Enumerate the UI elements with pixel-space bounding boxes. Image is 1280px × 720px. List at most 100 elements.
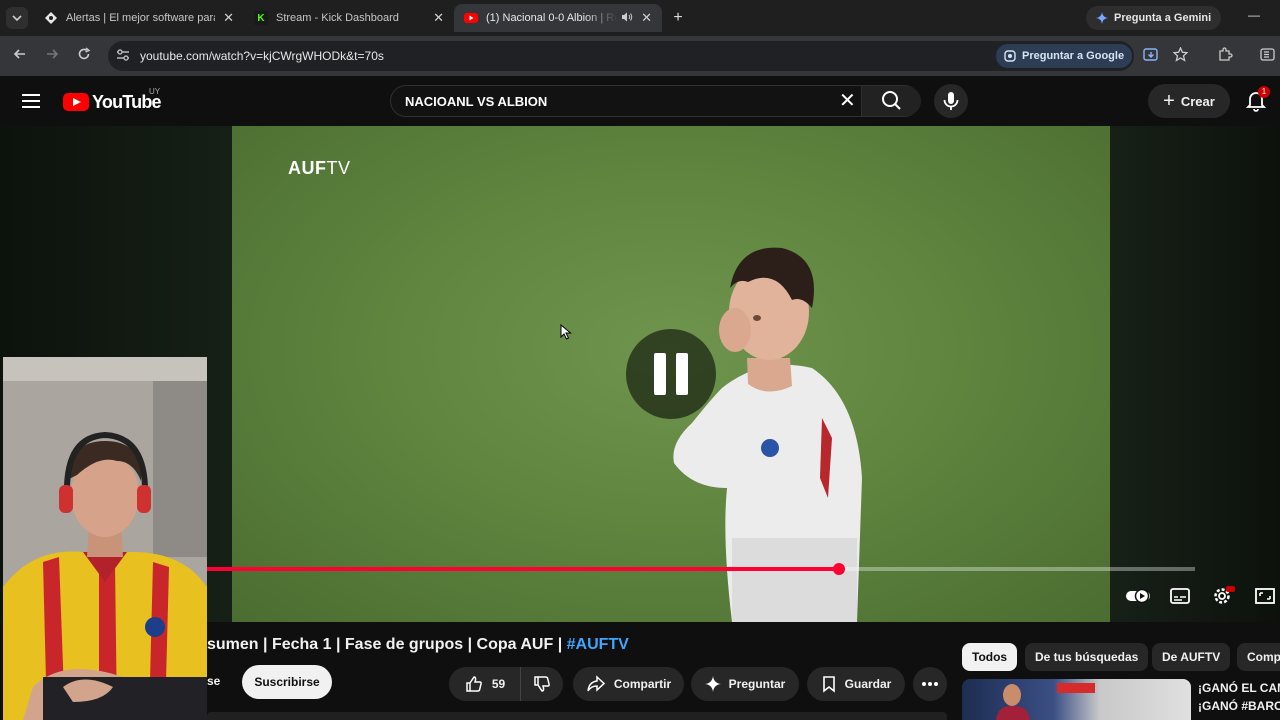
recommendation-thumbnail[interactable] <box>962 679 1191 720</box>
forward-button[interactable] <box>42 46 62 66</box>
streamelements-icon <box>44 11 58 25</box>
chip-de-auftv[interactable]: De AUFTV <box>1152 643 1231 671</box>
notification-badge: 1 <box>1258 86 1270 98</box>
player-photo <box>996 684 1030 720</box>
install-app-icon[interactable] <box>1142 47 1160 65</box>
fullscreen-icon[interactable] <box>1254 586 1276 606</box>
like-count: 59 <box>491 677 506 691</box>
youtube-header: YouTube UY NACIOANL VS ALBION ✕ + Crear … <box>0 76 1280 126</box>
hashtag-link[interactable]: #AUFTV <box>567 636 629 653</box>
save-button[interactable]: Guardar <box>807 667 905 701</box>
video-title-text: sumen | Fecha 1 | Fase de grupos | Copa … <box>207 636 567 653</box>
create-button[interactable]: + Crear <box>1148 84 1230 118</box>
tab-title: (1) Nacional 0-0 Albion | Re <box>486 12 618 24</box>
country-code: UY <box>149 87 161 96</box>
laliga-badge <box>1057 683 1095 693</box>
mouse-cursor-icon <box>560 324 572 340</box>
subtitles-icon[interactable] <box>1169 586 1191 606</box>
search-button[interactable] <box>861 86 921 116</box>
settings-gear-icon[interactable] <box>1211 586 1235 606</box>
pause-bar <box>676 353 688 395</box>
watermark-text: AUF <box>288 158 327 178</box>
auftv-watermark: AUFTV <box>288 158 351 179</box>
tab-title: Alertas | El mejor software para <box>66 12 216 24</box>
save-label: Guardar <box>844 677 892 691</box>
chevron-down-icon <box>12 15 22 22</box>
site-settings-icon[interactable] <box>116 48 136 64</box>
close-icon[interactable]: ✕ <box>641 10 652 26</box>
recommendation-title-line[interactable]: ¡GANÓ #BARC <box>1198 699 1280 713</box>
thumbs-down-icon <box>534 676 550 692</box>
ask-label: Preguntar <box>728 677 786 691</box>
side-panel-icon[interactable] <box>1258 47 1276 65</box>
progress-played <box>207 567 840 571</box>
microphone-icon <box>943 92 959 110</box>
hamburger-menu-icon[interactable] <box>22 90 42 112</box>
search-icon <box>882 91 901 110</box>
bookmark-star-icon[interactable] <box>1171 46 1189 65</box>
webcam-overlay <box>3 357 207 720</box>
autoplay-toggle[interactable] <box>1125 586 1150 606</box>
more-actions-button[interactable] <box>913 667 947 701</box>
clear-search-icon[interactable]: ✕ <box>839 91 856 111</box>
voice-search-button[interactable] <box>934 84 968 118</box>
youtube-logo[interactable]: YouTube UY <box>63 87 162 113</box>
chip-comp[interactable]: Comp <box>1237 643 1280 671</box>
ask-google-button[interactable]: Preguntar a Google <box>996 44 1133 68</box>
speaker-icon[interactable] <box>621 11 633 26</box>
gemini-label: Pregunta a Gemini <box>1114 12 1212 24</box>
search-box[interactable]: NACIOANL VS ALBION ✕ <box>390 85 921 117</box>
tab-kick-dashboard[interactable]: K Stream - Kick Dashboard ✕ <box>244 4 454 32</box>
extensions-icon[interactable] <box>1216 47 1234 65</box>
like-dislike-group: 59 <box>449 667 563 701</box>
reload-button[interactable] <box>74 46 94 66</box>
ask-google-label: Preguntar a Google <box>1022 50 1125 62</box>
kick-icon: K <box>254 11 268 25</box>
reload-icon <box>78 47 91 60</box>
recommendation-title-line[interactable]: ¡GANÓ EL CAM <box>1198 681 1280 695</box>
share-arrow-icon <box>587 675 605 692</box>
description-box-edge <box>207 712 947 720</box>
share-button[interactable]: Compartir <box>573 667 684 701</box>
share-label: Compartir <box>613 677 672 691</box>
streamer-webcam-feed <box>3 357 207 720</box>
gemini-icon <box>1096 12 1108 24</box>
youtube-icon <box>464 11 478 25</box>
ask-gemini-button[interactable]: Pregunta a Gemini <box>1086 6 1222 30</box>
tab-youtube-video[interactable]: (1) Nacional 0-0 Albion | Re ✕ <box>454 4 662 32</box>
sparkle-icon <box>704 676 721 692</box>
search-input[interactable]: NACIOANL VS ALBION <box>405 94 547 109</box>
video-title: sumen | Fecha 1 | Fase de grupos | Copa … <box>207 636 629 654</box>
url-text: youtube.com/watch?v=kjCWrgWHODk&t=70s <box>140 49 384 63</box>
create-label: Crear <box>1180 93 1215 109</box>
browser-tab-strip: Alertas | El mejor software para ✕ K Str… <box>0 0 1280 36</box>
chip-de-tus-busquedas[interactable]: De tus búsquedas <box>1025 643 1149 671</box>
tab-alertas[interactable]: Alertas | El mejor software para ✕ <box>34 4 244 32</box>
like-button[interactable]: 59 <box>449 667 521 701</box>
thumbs-up-icon <box>466 676 482 692</box>
watermark-suffix: TV <box>326 158 351 178</box>
subscribe-button[interactable]: Suscribirse <box>242 665 332 699</box>
ask-button[interactable]: Preguntar <box>691 667 799 701</box>
close-icon[interactable]: ✕ <box>223 10 234 26</box>
address-bar[interactable]: youtube.com/watch?v=kjCWrgWHODk&t=70s <box>108 41 1134 71</box>
channel-name[interactable]: se <box>207 674 220 688</box>
arrow-right-icon <box>47 49 59 59</box>
pause-indicator[interactable] <box>626 329 716 419</box>
close-icon[interactable]: ✕ <box>433 10 444 26</box>
new-tab-button[interactable]: + <box>668 8 688 28</box>
dislike-button[interactable] <box>521 667 563 701</box>
notifications-button[interactable]: 1 <box>1244 86 1270 114</box>
arrow-left-icon <box>13 49 25 59</box>
minimize-button[interactable]: — <box>1248 8 1262 22</box>
ambient-glow-right <box>1110 126 1280 622</box>
lens-icon <box>1004 50 1016 62</box>
back-button[interactable] <box>10 46 30 66</box>
tab-search-button[interactable] <box>6 7 28 29</box>
chip-todos[interactable]: Todos <box>962 643 1018 671</box>
more-horizontal-icon <box>922 682 938 686</box>
tab-title: Stream - Kick Dashboard <box>276 12 399 24</box>
progress-bar[interactable] <box>207 563 1195 575</box>
bookmark-icon <box>822 676 835 693</box>
youtube-play-icon <box>63 93 89 111</box>
